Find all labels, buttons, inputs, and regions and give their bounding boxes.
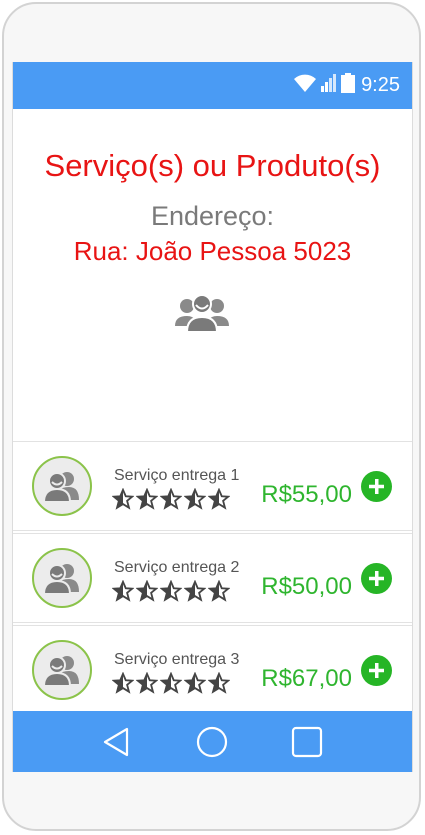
avatar [32, 456, 92, 516]
avatar [32, 548, 92, 608]
signal-icon [321, 74, 337, 97]
star-half-icon [112, 488, 134, 510]
star-half-icon [160, 580, 182, 602]
star-half-icon [136, 580, 158, 602]
service-list: Serviço entrega 1 R$55,00 Serviço entreg… [13, 441, 412, 717]
back-icon[interactable] [101, 726, 133, 763]
status-bar: 9:25 [13, 62, 412, 109]
navigation-bar [13, 711, 412, 772]
plus-icon [369, 479, 384, 494]
address-value: Rua: João Pessoa 5023 [73, 236, 352, 266]
star-half-icon [184, 580, 206, 602]
avatar [32, 640, 92, 700]
plus-icon [369, 663, 384, 678]
page-title: Serviço(s) ou Produto(s) [44, 148, 381, 183]
star-half-icon [184, 672, 206, 694]
item-name: Serviço entrega 1 [114, 467, 240, 484]
star-half-icon [208, 488, 230, 510]
list-item[interactable]: Serviço entrega 1 R$55,00 [13, 441, 412, 531]
item-price: R$50,00 [261, 573, 352, 600]
plus-icon [369, 571, 384, 586]
item-price: R$55,00 [261, 481, 352, 508]
star-half-icon [112, 580, 134, 602]
app-screen: 9:25 Serviço(s) ou Produto(s) Endereço: … [12, 62, 413, 772]
rating-stars [112, 488, 230, 510]
star-half-icon [136, 488, 158, 510]
users-icon [43, 656, 79, 686]
add-button[interactable] [361, 471, 392, 502]
add-button[interactable] [361, 563, 392, 594]
address-label: Endereço: [150, 201, 275, 231]
users-icon [43, 564, 79, 594]
rating-stars [112, 672, 230, 694]
item-price: R$67,00 [261, 665, 352, 692]
star-half-icon [160, 672, 182, 694]
star-half-icon [136, 672, 158, 694]
item-name: Serviço entrega 3 [114, 651, 240, 668]
star-half-icon [160, 488, 182, 510]
item-name: Serviço entrega 2 [114, 559, 240, 576]
users-icon [43, 472, 79, 502]
users-icon [175, 292, 229, 334]
status-time: 9:25 [361, 74, 400, 96]
wifi-icon [293, 73, 317, 98]
battery-icon [341, 73, 356, 98]
add-button[interactable] [361, 655, 392, 686]
home-icon[interactable] [196, 726, 228, 763]
recents-icon[interactable] [291, 726, 323, 763]
rating-stars [112, 580, 230, 602]
star-half-icon [208, 580, 230, 602]
list-item[interactable]: Serviço entrega 2 R$50,00 [13, 533, 412, 623]
list-item[interactable]: Serviço entrega 3 R$67,00 [13, 625, 412, 715]
star-half-icon [184, 488, 206, 510]
star-half-icon [208, 672, 230, 694]
star-half-icon [112, 672, 134, 694]
